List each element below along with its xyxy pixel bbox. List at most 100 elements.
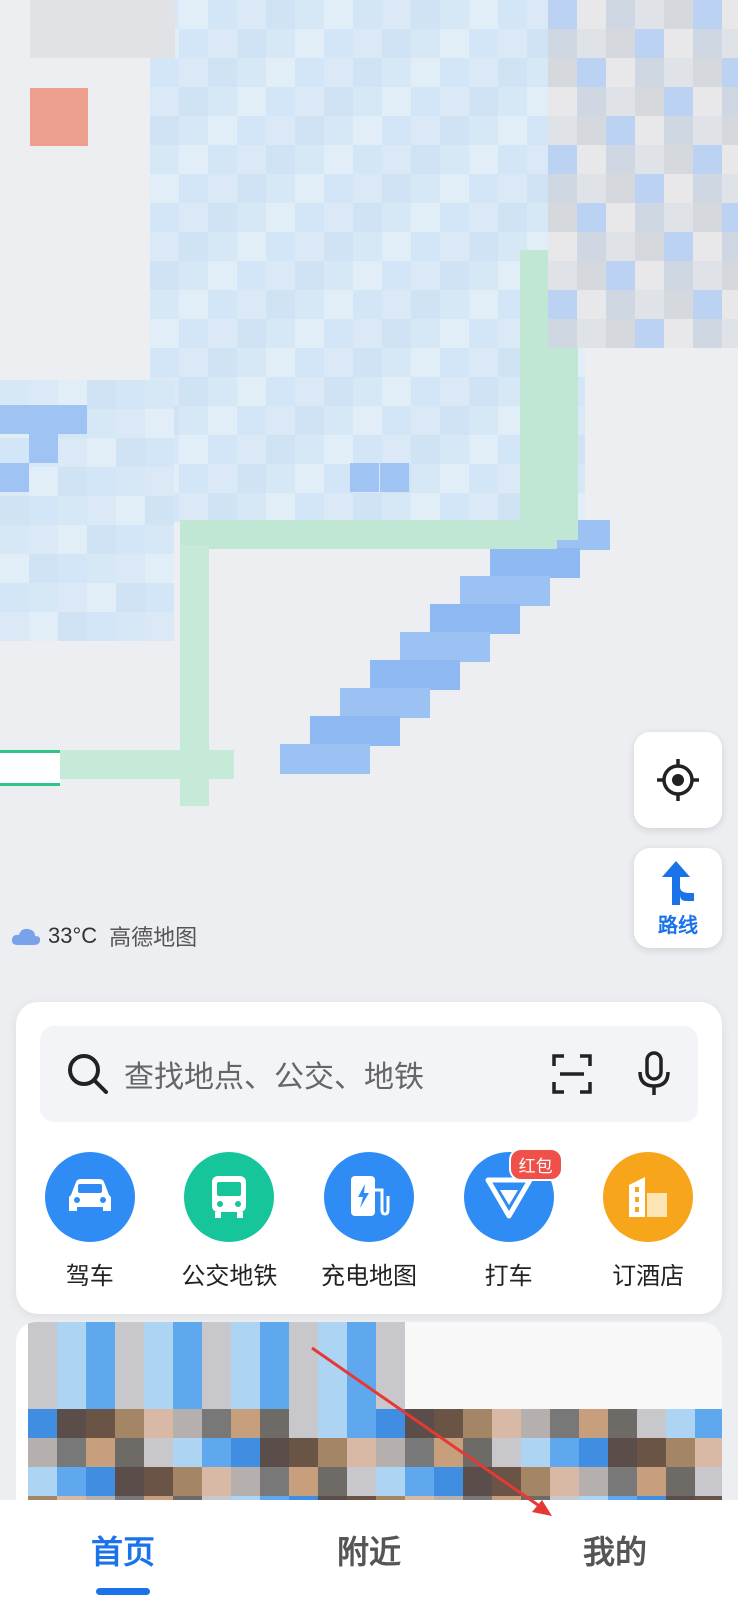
route-button[interactable]: 路线	[634, 848, 722, 948]
feed-tile	[550, 1438, 579, 1467]
service-transit[interactable]: 公交地铁	[163, 1152, 295, 1292]
map-tile	[635, 87, 664, 116]
feed-tile	[202, 1351, 231, 1380]
red-packet-badge: 红包	[508, 1148, 563, 1181]
map-tile	[116, 583, 145, 612]
feed-tile	[695, 1438, 722, 1467]
service-circle	[184, 1152, 275, 1242]
service-hotel[interactable]: 订酒店	[582, 1152, 714, 1292]
map-tile	[266, 493, 295, 522]
map-tile	[577, 0, 606, 29]
map-tile	[87, 612, 116, 641]
map-tile	[498, 0, 527, 29]
map-tile	[722, 87, 738, 116]
map-tile	[577, 145, 606, 174]
map-tile	[577, 29, 606, 58]
map-tile	[145, 612, 174, 641]
map-tile	[30, 88, 88, 146]
scan-icon[interactable]	[550, 1052, 594, 1096]
map-tile	[150, 261, 179, 290]
map-tile	[411, 377, 440, 406]
map-tile	[179, 0, 208, 29]
map-tile	[722, 174, 738, 203]
map-tile	[208, 261, 237, 290]
feed-tile	[347, 1438, 376, 1467]
map-tile	[87, 467, 116, 496]
map-tile	[295, 493, 324, 522]
map-tile	[440, 493, 469, 522]
map-tile	[382, 174, 411, 203]
nav-tab-home[interactable]: 首页	[61, 1527, 185, 1595]
feed-tile	[173, 1438, 202, 1467]
map-tile	[528, 520, 557, 549]
map-tile	[266, 174, 295, 203]
map-tile	[382, 87, 411, 116]
map-tile	[208, 0, 237, 29]
map-tile	[267, 520, 296, 549]
map-tile	[324, 58, 353, 87]
map-tile	[179, 377, 208, 406]
map-tile	[382, 377, 411, 406]
map-tile	[208, 145, 237, 174]
map-tile	[469, 203, 498, 232]
map-tile	[664, 261, 693, 290]
feed-tile	[666, 1409, 695, 1438]
feed-tile	[637, 1438, 666, 1467]
map-tile	[383, 520, 412, 549]
feed-tile	[608, 1351, 637, 1380]
map-tile	[490, 548, 580, 578]
map-tile	[440, 290, 469, 319]
map-tile	[440, 232, 469, 261]
map-tile	[237, 232, 266, 261]
map-tile	[520, 482, 578, 511]
service-charging[interactable]: 充电地图	[303, 1152, 435, 1292]
map-tile	[150, 145, 179, 174]
map-tile	[606, 261, 635, 290]
map-tile	[635, 261, 664, 290]
map-tile	[295, 87, 324, 116]
map-tile	[116, 467, 145, 496]
map-tile	[266, 435, 295, 464]
map-tile	[266, 348, 295, 377]
map-tile	[440, 87, 469, 116]
map-tile	[209, 520, 238, 549]
map-tile	[440, 464, 469, 493]
map-tile	[29, 612, 58, 641]
map-tile	[238, 520, 267, 549]
map-tile	[635, 58, 664, 87]
map-tile	[440, 348, 469, 377]
service-taxi[interactable]: 红包 打车	[443, 1148, 575, 1292]
feed-tile	[579, 1409, 608, 1438]
feed-tile	[57, 1380, 86, 1409]
map-tile	[237, 87, 266, 116]
map-tile	[324, 174, 353, 203]
map-tile	[382, 203, 411, 232]
map-tile	[577, 319, 606, 348]
map-tile	[411, 319, 440, 348]
feed-card[interactable]	[16, 1322, 722, 1502]
map-tile	[382, 493, 411, 522]
feed-tile	[28, 1467, 57, 1496]
service-label: 驾车	[65, 1262, 114, 1290]
feed-tile	[550, 1380, 579, 1409]
mic-icon[interactable]	[634, 1050, 674, 1098]
map-tile	[0, 525, 29, 554]
map-tile	[145, 409, 174, 438]
feed-tile	[695, 1351, 722, 1380]
map-tile	[180, 574, 209, 603]
feed-tile	[637, 1351, 666, 1380]
map-tile	[411, 203, 440, 232]
search-input[interactable]: 查找地点、公交、地铁	[124, 1052, 550, 1096]
nav-tab-nearby[interactable]: 附近	[307, 1527, 431, 1573]
locate-button[interactable]	[634, 732, 722, 828]
cloud-icon	[11, 928, 41, 945]
map-tile	[353, 58, 382, 87]
feed-tile	[231, 1409, 260, 1438]
map-tile	[266, 319, 295, 348]
map-tile	[353, 203, 382, 232]
feed-tile	[434, 1438, 463, 1467]
nav-tab-mine[interactable]: 我的	[553, 1527, 677, 1573]
service-drive[interactable]: 驾车	[24, 1152, 156, 1292]
map-tile	[635, 203, 664, 232]
search-bar[interactable]: 查找地点、公交、地铁	[40, 1026, 698, 1122]
